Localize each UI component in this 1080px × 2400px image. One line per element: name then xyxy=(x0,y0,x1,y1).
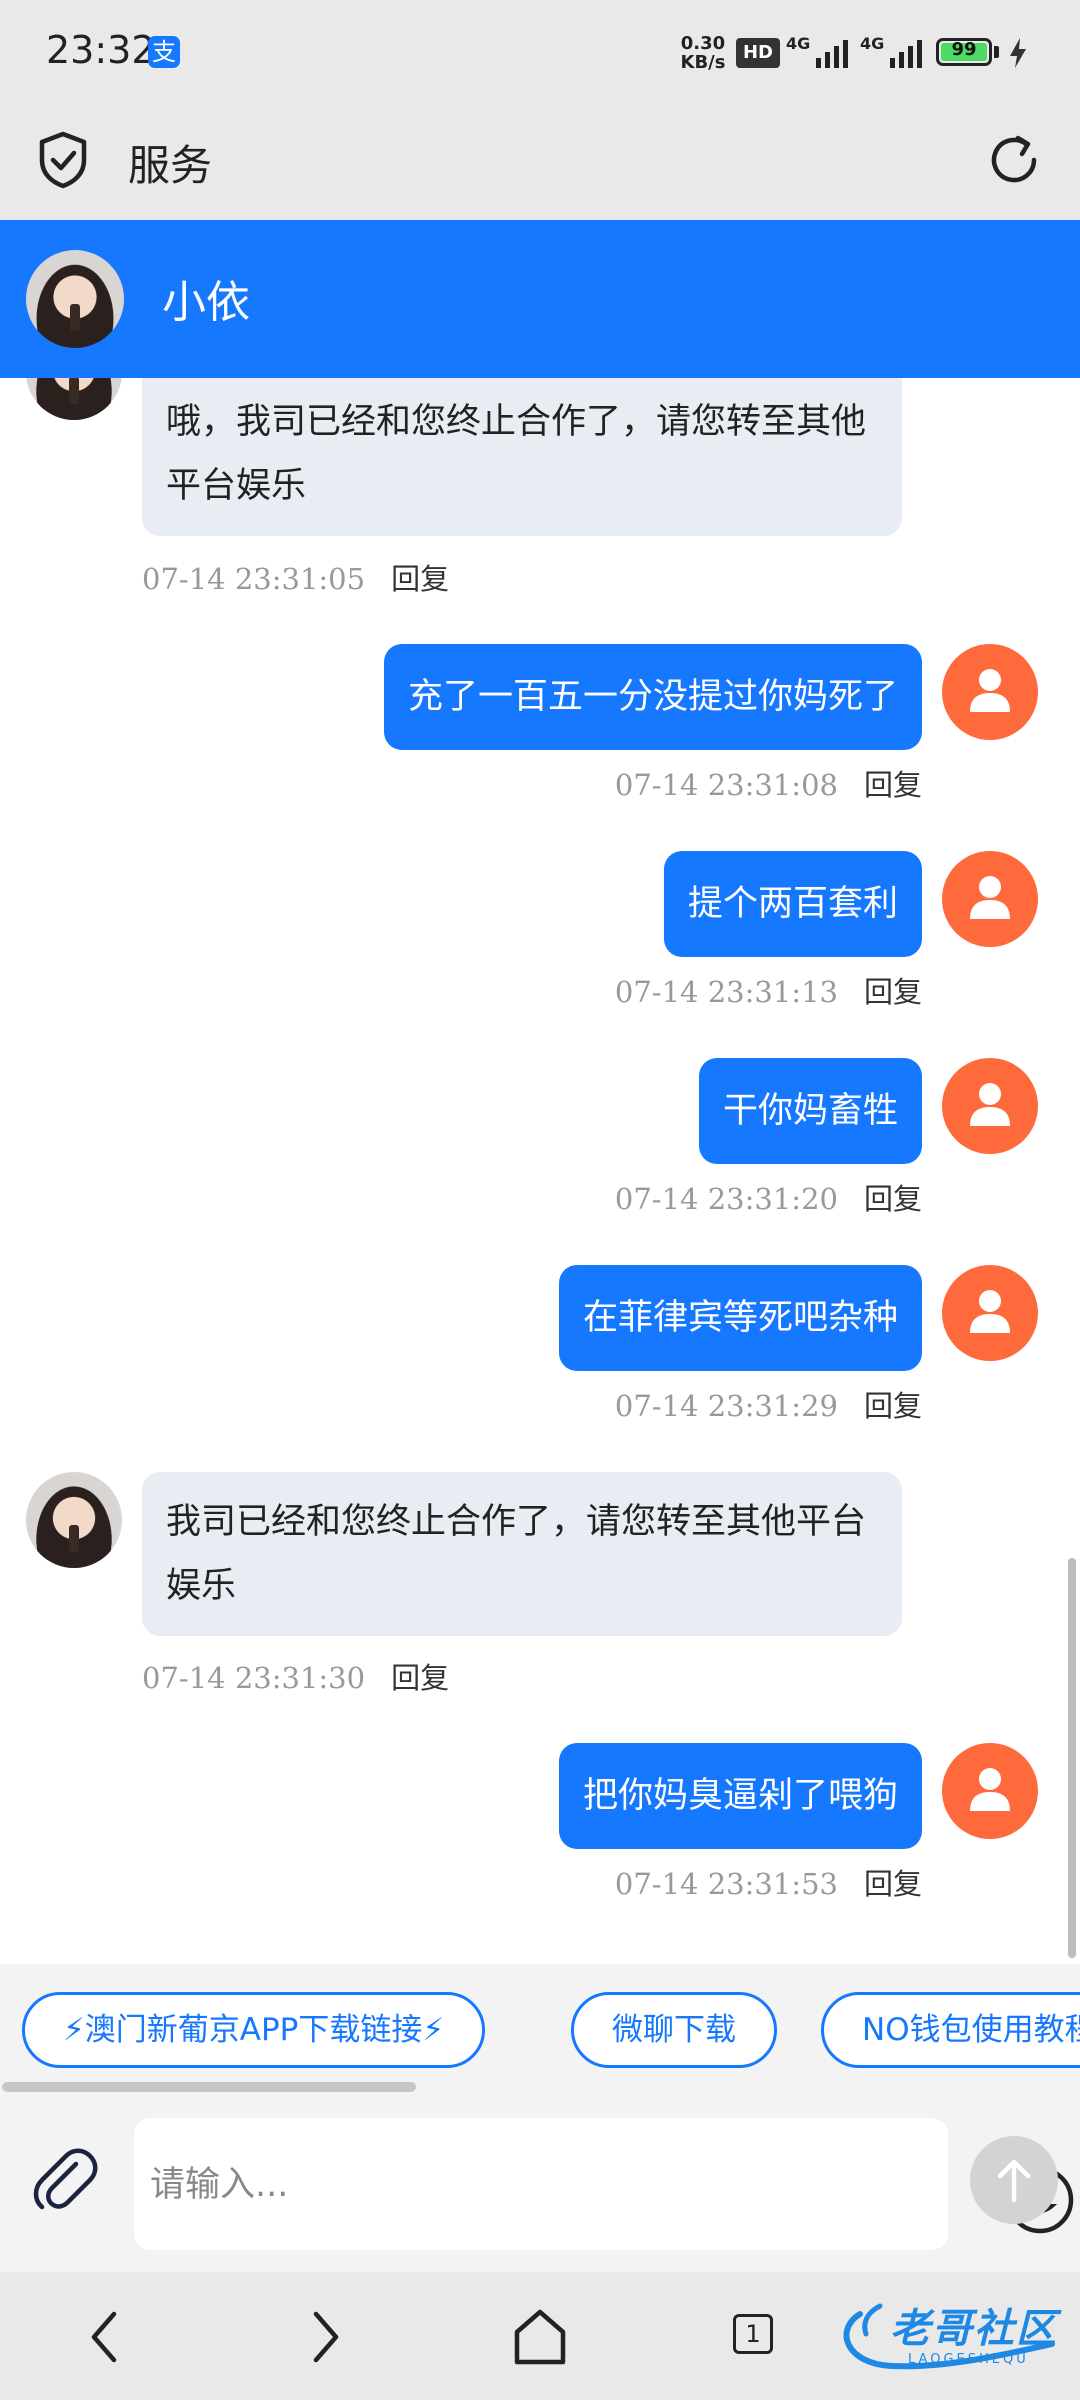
agent-avatar xyxy=(26,1472,122,1568)
watermark-subtext: LAOGESHEQU xyxy=(908,2352,1029,2367)
agent-avatar xyxy=(26,250,124,348)
forward-icon[interactable] xyxy=(288,2302,358,2372)
outgoing-message-bubble: 在菲律宾等死吧杂种 xyxy=(558,1265,922,1371)
network-speed-value: 0.30 xyxy=(680,33,726,54)
battery-icon: 99 xyxy=(936,38,992,66)
send-button[interactable] xyxy=(970,2136,1058,2224)
user-avatar xyxy=(942,851,1038,947)
message-timestamp: 07-14 23:31:29 xyxy=(614,1389,838,1423)
battery-level: 99 xyxy=(951,39,977,60)
user-icon xyxy=(970,669,1010,712)
message-meta: 07-14 23:31:30 回复 xyxy=(142,1655,449,1695)
incoming-message-bubble: 哦，我司已经和您终止合作了，请您转至其他平台娱乐 xyxy=(142,378,902,536)
agent-name: 小依 xyxy=(162,277,250,328)
reply-button[interactable]: 回复 xyxy=(864,768,922,802)
input-bar xyxy=(0,2094,1080,2272)
signal-icon: 4G xyxy=(860,34,934,70)
tabs-button[interactable]: 1 xyxy=(733,2314,773,2354)
arrow-up-icon xyxy=(997,2159,1031,2203)
message-timestamp: 07-14 23:31:13 xyxy=(614,975,838,1009)
outgoing-message-bubble: 提个两百套利 xyxy=(663,851,922,957)
horizontal-scrollbar[interactable] xyxy=(0,2080,1080,2094)
message-timestamp: 07-14 23:31:08 xyxy=(614,768,838,802)
home-icon[interactable] xyxy=(505,2302,575,2372)
horizontal-scroll-thumb[interactable] xyxy=(2,2082,416,2092)
chat-header: 小依 xyxy=(0,220,1080,378)
message-meta: 07-14 23:31:13 回复 xyxy=(615,969,922,1009)
message-meta: 07-14 23:31:20 回复 xyxy=(615,1176,922,1216)
back-icon[interactable] xyxy=(72,2302,142,2372)
quick-link-chip[interactable]: NO钱包使用教程 xyxy=(821,1992,1080,2068)
message-input-box xyxy=(134,2118,1074,2252)
attachment-icon[interactable] xyxy=(30,2144,100,2214)
user-icon xyxy=(970,1083,1010,1126)
message-timestamp: 07-14 23:31:20 xyxy=(614,1182,838,1216)
browser-nav-bar: 1 老哥社区 LAOGESHEQU xyxy=(0,2272,1080,2400)
vertical-scrollbar[interactable] xyxy=(1068,1558,1076,1958)
signal-icon: 4G xyxy=(786,34,860,70)
network-speed-unit: KB/s xyxy=(680,52,726,73)
user-avatar xyxy=(942,1058,1038,1154)
message-timestamp: 07-14 23:31:05 xyxy=(142,562,366,596)
message-meta: 07-14 23:31:29 回复 xyxy=(615,1383,922,1423)
signal-label: 4G xyxy=(786,34,811,53)
user-avatar xyxy=(942,1743,1038,1839)
reply-button[interactable]: 回复 xyxy=(391,1661,449,1695)
watermark-logo: 老哥社区 LAOGESHEQU xyxy=(840,2294,1070,2378)
reply-button[interactable]: 回复 xyxy=(864,1389,922,1423)
user-avatar xyxy=(942,1265,1038,1361)
watermark-text: 老哥社区 xyxy=(890,2306,1058,2352)
message-input[interactable] xyxy=(148,2118,752,2252)
reply-button[interactable]: 回复 xyxy=(391,562,449,596)
user-avatar xyxy=(942,644,1038,740)
message-timestamp: 07-14 23:31:53 xyxy=(614,1867,838,1901)
network-speed: 0.30 KB/s xyxy=(678,34,728,72)
message-list[interactable]: 哦，我司已经和您终止合作了，请您转至其他平台娱乐 07-14 23:31:05 回… xyxy=(0,378,1080,1964)
message-meta: 07-14 23:31:05 回复 xyxy=(142,556,449,596)
quick-link-chip[interactable]: ⚡澳门新葡京APP下载链接⚡ xyxy=(22,1992,486,2068)
reply-button[interactable]: 回复 xyxy=(864,975,922,1009)
incoming-message-bubble: 我司已经和您终止合作了，请您转至其他平台娱乐 xyxy=(142,1472,902,1636)
reply-button[interactable]: 回复 xyxy=(864,1867,922,1901)
quick-link-chip[interactable]: 微聊下载 xyxy=(571,1992,777,2068)
charging-icon xyxy=(1010,38,1026,68)
signal-label: 4G xyxy=(860,34,885,53)
agent-avatar xyxy=(26,378,122,420)
user-icon xyxy=(970,1290,1010,1333)
shield-check-icon[interactable] xyxy=(36,130,90,190)
message-meta: 07-14 23:31:08 回复 xyxy=(615,762,922,802)
user-icon xyxy=(970,876,1010,919)
top-bar: 服务 xyxy=(0,106,1080,220)
page-title: 服务 xyxy=(128,141,213,190)
reply-button[interactable]: 回复 xyxy=(864,1182,922,1216)
message-timestamp: 07-14 23:31:30 xyxy=(142,1661,366,1695)
alipay-icon: 支 xyxy=(148,36,180,68)
outgoing-message-bubble: 干你妈畜牲 xyxy=(698,1058,922,1164)
outgoing-message-bubble: 充了一百五一分没提过你妈死了 xyxy=(383,644,922,750)
battery-cap xyxy=(994,46,999,58)
refresh-icon[interactable] xyxy=(984,130,1044,190)
outgoing-message-bubble: 把你妈臭逼剁了喂狗 xyxy=(558,1743,922,1849)
user-icon xyxy=(970,1768,1010,1811)
quick-links-bar[interactable]: ⚡澳门新葡京APP下载链接⚡ 微聊下载 NO钱包使用教程 xyxy=(0,1964,1080,2080)
hd-icon: HD xyxy=(736,38,780,68)
status-time: 23:32 xyxy=(46,28,156,72)
status-bar: 23:32 支 0.30 KB/s HD 4G 4G 99 xyxy=(0,0,1080,106)
message-meta: 07-14 23:31:53 回复 xyxy=(615,1861,922,1901)
